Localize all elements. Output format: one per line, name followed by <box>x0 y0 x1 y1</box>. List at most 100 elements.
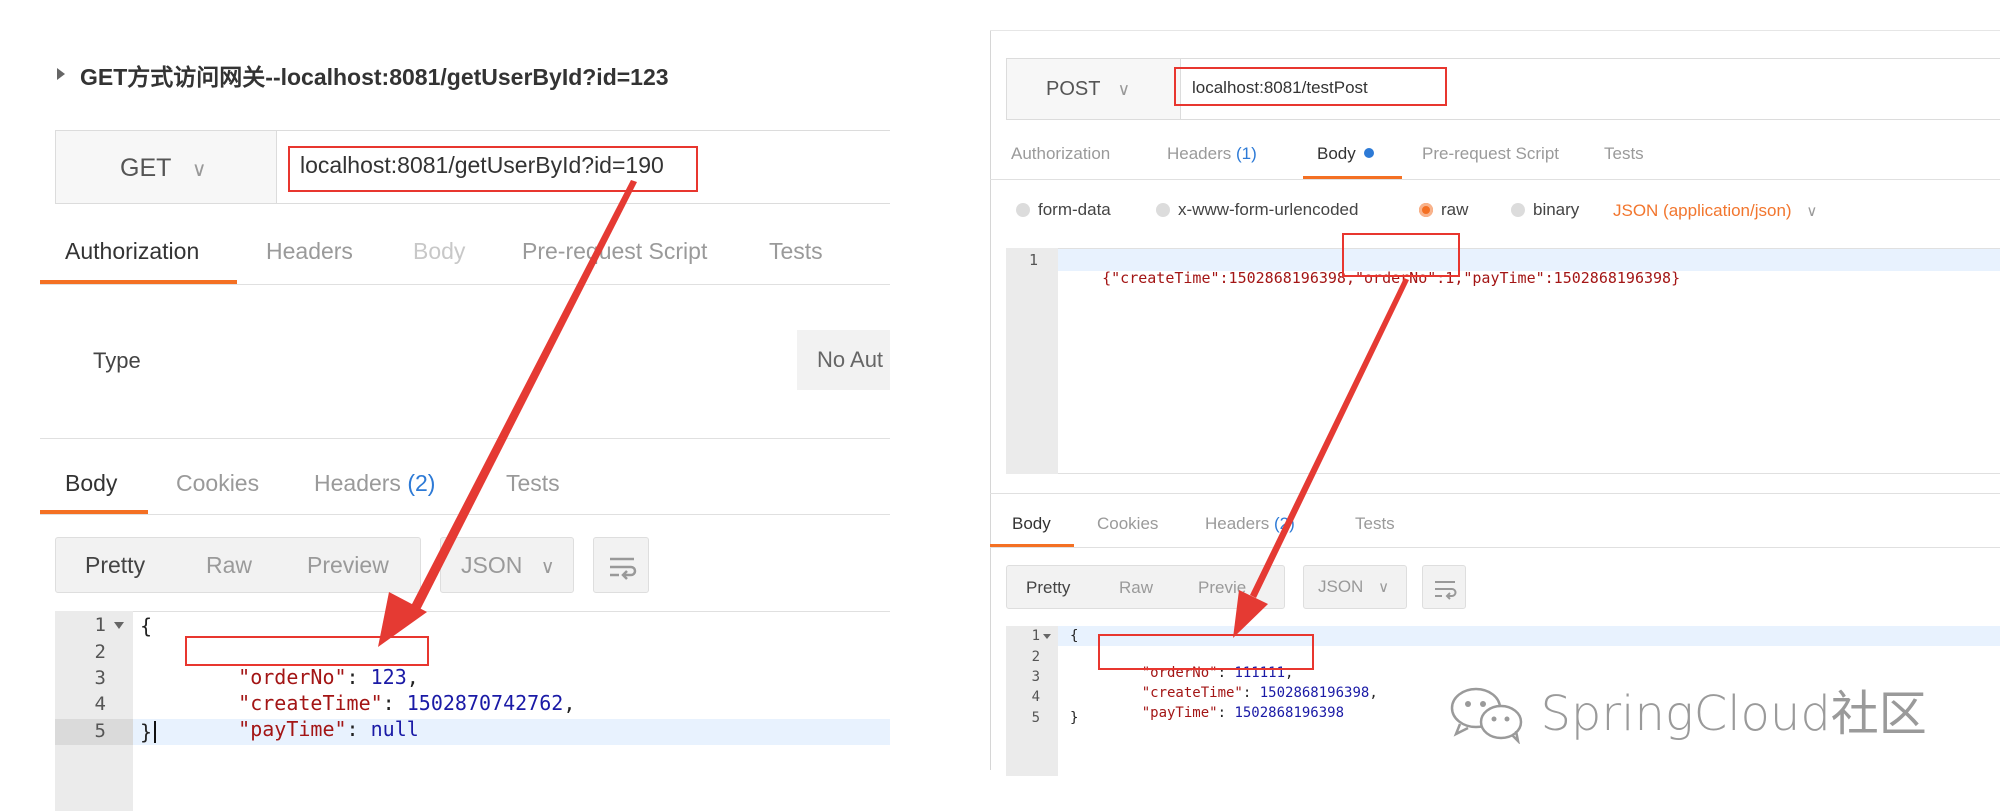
left-postman-panel: GET方式访问网关--localhost:8081/getUserById?id… <box>0 0 890 811</box>
code-line-paytime: "payTime": null <box>238 717 419 741</box>
tab-authorization[interactable]: Authorization <box>1011 144 1110 164</box>
tab-headers[interactable]: Headers (1) <box>1167 144 1257 164</box>
radio-circle-icon <box>1156 203 1170 217</box>
tab-pre-request-script[interactable]: Pre-request Script <box>522 238 707 265</box>
headers-count-badge: (2) <box>407 470 436 496</box>
divider <box>990 493 2000 494</box>
auth-type-select[interactable]: No Aut <box>797 330 890 390</box>
chevron-down-icon: ∨ <box>1806 203 1818 220</box>
format-select[interactable]: JSON ∨ <box>440 537 574 593</box>
chevron-down-icon: ∨ <box>540 557 555 578</box>
code-line-open: { <box>1070 628 1079 644</box>
format-select[interactable]: JSON ∨ <box>1303 565 1407 609</box>
method-select[interactable]: POST ∨ <box>1006 72 1180 106</box>
tab-tests[interactable]: Tests <box>1604 144 1644 164</box>
code-line-close: } <box>1070 710 1079 726</box>
right-postman-panel: POST ∨ localhost:8081/testPost Authoriza… <box>990 0 2000 811</box>
radio-label: raw <box>1441 200 1469 219</box>
method-label: GET <box>120 154 171 182</box>
resp-tab-headers[interactable]: Headers (2) <box>1205 514 1295 534</box>
chevron-down-icon: ∨ <box>1117 80 1131 99</box>
format-label: JSON <box>461 552 523 578</box>
code-line-open: { <box>140 614 153 638</box>
radio-form-data[interactable]: form-data <box>1016 200 1111 220</box>
resp-tab-headers-label: Headers <box>1205 514 1270 533</box>
content-type-label: JSON (application/json) <box>1613 201 1792 220</box>
type-label: Type <box>93 348 141 373</box>
radio-binary[interactable]: binary <box>1511 200 1579 220</box>
line-number: 2 <box>1031 649 1040 665</box>
view-raw-button[interactable]: Raw <box>1119 578 1153 598</box>
text-cursor <box>154 721 156 743</box>
line-number: 1 <box>1031 628 1040 644</box>
watermark-text: SpringCloud社区 <box>1540 686 1927 742</box>
orderno-request-highlight-box <box>1342 233 1460 277</box>
request-title: GET方式访问网关--localhost:8081/getUserById?id… <box>80 64 669 90</box>
wechat-logo-icon <box>1450 687 1523 745</box>
method-select[interactable]: GET ∨ <box>90 148 270 188</box>
radio-circle-icon <box>1511 203 1525 217</box>
modified-dot-icon <box>1364 148 1375 158</box>
line-number: 5 <box>94 720 106 742</box>
line-number: 3 <box>94 667 106 689</box>
view-raw-button[interactable]: Raw <box>206 552 252 579</box>
radio-label: form-data <box>1038 200 1111 219</box>
content-type-select[interactable]: JSON (application/json) ∨ <box>1613 201 1817 221</box>
resp-tab-tests[interactable]: Tests <box>1355 514 1395 534</box>
line-number: 5 <box>1031 710 1040 726</box>
tab-headers-label: Headers <box>1167 144 1232 163</box>
resp-tab-tests[interactable]: Tests <box>506 470 560 497</box>
resp-tab-body[interactable]: Body <box>65 470 117 497</box>
line-number: 2 <box>94 641 106 663</box>
tab-body[interactable]: Body <box>1317 144 1375 164</box>
url-highlight-box <box>288 146 698 192</box>
resp-tab-cookies[interactable]: Cookies <box>176 470 259 497</box>
watermark: SpringCloud社区 <box>1446 684 1927 745</box>
radio-x-www-form-urlencoded[interactable]: x-www-form-urlencoded <box>1156 200 1358 220</box>
divider <box>990 179 2000 180</box>
code-line-paytime: "payTime": 1502868196398 <box>1141 705 1345 721</box>
resp-tab-cookies[interactable]: Cookies <box>1097 514 1158 534</box>
tab-headers[interactable]: Headers <box>266 238 353 265</box>
line-number: 3 <box>1031 669 1040 685</box>
resp-tab-body[interactable]: Body <box>1012 514 1051 534</box>
radio-circle-icon <box>1016 203 1030 217</box>
tab-authorization[interactable]: Authorization <box>65 238 199 265</box>
tab-body[interactable]: Body <box>413 238 465 265</box>
tab-tests[interactable]: Tests <box>769 238 823 265</box>
view-preview-button[interactable]: Previe <box>1198 578 1246 598</box>
view-pretty-button[interactable]: Pretty <box>1026 578 1070 598</box>
line-number: 4 <box>94 693 106 715</box>
code-line-close: } <box>140 720 153 744</box>
orderno-response-highlight-box <box>1098 634 1314 670</box>
wrap-lines-button[interactable] <box>1422 565 1466 609</box>
panel-top-border <box>990 30 2000 31</box>
chevron-down-icon: ∨ <box>1378 579 1390 596</box>
json-value: null <box>370 717 419 741</box>
resp-tab-headers[interactable]: Headers (2) <box>314 470 435 497</box>
json-value: 1502868196398 <box>1234 705 1345 721</box>
view-pretty-button[interactable]: Pretty <box>85 552 145 579</box>
headers-count-badge: (2) <box>1274 514 1295 533</box>
fold-triangle-icon[interactable] <box>1043 634 1051 639</box>
radio-label: binary <box>1533 200 1580 219</box>
wrap-lines-icon <box>1435 581 1457 600</box>
radio-selected-icon <box>1419 203 1433 217</box>
divider <box>40 284 890 285</box>
view-preview-button[interactable]: Preview <box>307 552 389 579</box>
tab-body-label: Body <box>1317 144 1356 163</box>
line-number: 1 <box>1028 251 1038 269</box>
headers-count-badge: (1) <box>1236 144 1257 163</box>
url-highlight-box <box>1174 67 1447 106</box>
method-label: POST <box>1046 78 1101 100</box>
divider <box>40 438 890 439</box>
resp-tab-headers-label: Headers <box>314 470 401 496</box>
wrap-lines-button[interactable] <box>593 537 649 593</box>
request-body-segment: "payTime":1502868196398} <box>1463 269 1681 287</box>
fold-triangle-icon[interactable] <box>114 622 124 629</box>
collapse-triangle-icon[interactable] <box>57 68 65 80</box>
orderno-highlight-box <box>185 636 429 666</box>
tab-pre-request-script[interactable]: Pre-request Script <box>1422 144 1559 164</box>
chevron-down-icon: ∨ <box>191 159 207 181</box>
radio-raw[interactable]: raw <box>1419 200 1468 220</box>
